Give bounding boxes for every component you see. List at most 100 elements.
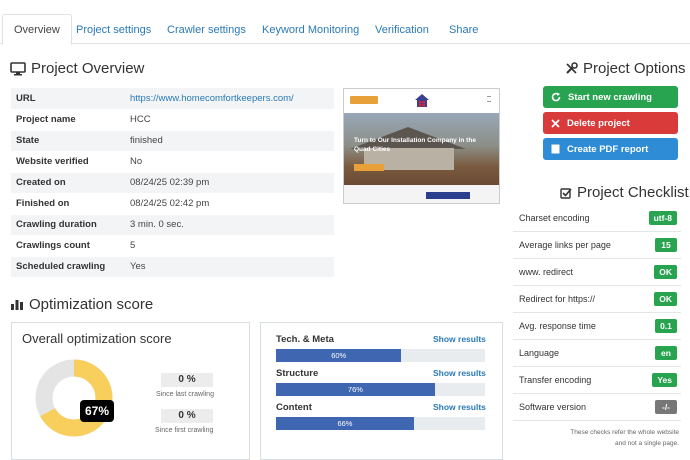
table-row: Created on 08/24/25 02:39 pm: [11, 172, 334, 194]
project-checklist-heading: Project Checklist: [560, 184, 689, 201]
row-value: HCC: [125, 109, 334, 131]
tab-project-settings[interactable]: Project settings: [76, 16, 151, 44]
since-first-value: 0 %: [161, 409, 213, 423]
check-label: Software version: [519, 402, 587, 412]
optimization-score-heading: Optimization score: [10, 296, 153, 313]
create-pdf-button[interactable]: Create PDF report: [543, 138, 678, 160]
start-crawling-label: Start new crawling: [568, 91, 652, 103]
category-label: Content: [276, 402, 312, 413]
thumb-header-button: [350, 96, 378, 104]
project-info-table: URL https://www.homecomfortkeepers.com/ P…: [11, 88, 334, 278]
since-last-caption: Since last crawling: [156, 391, 214, 398]
list-item: Average links per page 15: [513, 232, 681, 259]
project-overview-title: Project Overview: [31, 60, 145, 77]
row-value: 5: [125, 235, 334, 257]
row-key: Website verified: [11, 151, 125, 173]
status-badge: 0.1: [655, 319, 677, 333]
row-key: Finished on: [11, 193, 125, 215]
list-item: Transfer encoding Yes: [513, 367, 681, 394]
row-key: Scheduled crawling: [11, 256, 125, 278]
tab-overview[interactable]: Overview: [2, 14, 72, 45]
table-row: State finished: [11, 130, 334, 152]
status-badge: 15: [655, 238, 677, 252]
monitor-icon: [10, 61, 26, 76]
row-value: No: [125, 151, 334, 173]
row-value: finished: [125, 130, 334, 152]
tab-verification[interactable]: Verification: [375, 16, 429, 44]
list-item: www. redirect OK: [513, 259, 681, 286]
refresh-icon: [551, 92, 561, 102]
show-results-link[interactable]: Show results: [433, 334, 486, 344]
since-first-caption: Since first crawling: [155, 427, 214, 434]
project-checklist-title: Project Checklist: [577, 184, 689, 201]
progress-fill: 76%: [276, 383, 435, 396]
tab-share[interactable]: Share: [449, 16, 478, 44]
row-key: Project name: [11, 109, 125, 131]
check-label: www. redirect: [519, 267, 574, 277]
check-label: Charset encoding: [519, 213, 590, 223]
thumb-hero-image: Turn to Our Installation Company in the …: [344, 113, 499, 185]
check-label: Avg. response time: [519, 321, 596, 331]
thumb-cta-button: [354, 164, 384, 171]
check-label: Redirect for https://: [519, 294, 596, 304]
table-row: Crawling duration 3 min. 0 sec.: [11, 214, 334, 236]
row-value: 08/24/25 02:39 pm: [125, 172, 334, 194]
show-results-link[interactable]: Show results: [433, 402, 486, 412]
thumb-header: [344, 89, 499, 113]
delete-project-label: Delete project: [567, 117, 630, 129]
list-item: Language en: [513, 340, 681, 367]
row-key: Crawlings count: [11, 235, 125, 257]
start-crawling-button[interactable]: Start new crawling: [543, 86, 678, 108]
progress-fill: 60%: [276, 349, 402, 362]
check-label: Transfer encoding: [519, 375, 592, 385]
row-value: 3 min. 0 sec.: [125, 214, 334, 236]
row-key: Created on: [11, 172, 125, 194]
checkbox-icon: [560, 187, 572, 199]
table-row: Finished on 08/24/25 02:42 pm: [11, 193, 334, 215]
create-pdf-label: Create PDF report: [567, 143, 649, 155]
status-badge: OK: [654, 265, 677, 279]
row-value: Yes: [125, 256, 334, 278]
tab-crawler-settings[interactable]: Crawler settings: [167, 16, 246, 44]
status-badge: OK: [654, 292, 677, 306]
check-label: Average links per page: [519, 240, 611, 250]
list-item: Charset encoding utf-8: [513, 205, 681, 232]
score-donut: [35, 359, 113, 437]
progress-track: 66%: [276, 417, 485, 430]
project-options-heading: Project Options: [565, 60, 686, 77]
check-label: Language: [519, 348, 560, 358]
progress-track: 60%: [276, 349, 485, 362]
since-last-value: 0 %: [161, 373, 213, 387]
checklist-note-line: and not a single page.: [615, 440, 679, 447]
project-url-link[interactable]: https://www.homecomfortkeepers.com/: [125, 88, 334, 110]
table-row: Project name HCC: [11, 109, 334, 131]
row-key: URL: [11, 88, 125, 110]
checklist: Charset encoding utf-8 Average links per …: [513, 205, 681, 421]
tab-keyword-monitoring[interactable]: Keyword Monitoring: [262, 16, 359, 44]
table-row: URL https://www.homecomfortkeepers.com/: [11, 88, 334, 110]
status-badge: -/-: [655, 400, 677, 414]
show-results-link[interactable]: Show results: [433, 368, 486, 378]
category-label: Tech. & Meta: [276, 334, 334, 345]
list-item: Software version -/-: [513, 394, 681, 421]
row-key: Crawling duration: [11, 214, 125, 236]
tab-bar: Overview Project settings Crawler settin…: [0, 0, 690, 45]
bar-chart-icon: [10, 298, 24, 311]
optimization-score-title: Optimization score: [29, 296, 154, 313]
progress-track: 76%: [276, 383, 485, 396]
close-icon: [551, 118, 560, 128]
table-row: Scheduled crawling Yes: [11, 256, 334, 278]
thumb-hero-text: Turn to Our Installation Company in the …: [354, 137, 476, 153]
list-item: Redirect for https:// OK: [513, 286, 681, 313]
row-value: 08/24/25 02:42 pm: [125, 193, 334, 215]
row-key: State: [11, 130, 125, 152]
status-badge: utf-8: [648, 211, 677, 225]
thumb-footer-button: [426, 192, 470, 199]
progress-fill: 66%: [276, 417, 414, 430]
delete-project-button[interactable]: Delete project: [543, 112, 678, 134]
project-overview-heading: Project Overview: [10, 60, 144, 77]
project-options-title: Project Options: [583, 60, 686, 77]
thumb-footer: [344, 185, 499, 203]
status-badge: Yes: [652, 373, 677, 387]
website-screenshot[interactable]: Turn to Our Installation Company in the …: [343, 88, 500, 204]
